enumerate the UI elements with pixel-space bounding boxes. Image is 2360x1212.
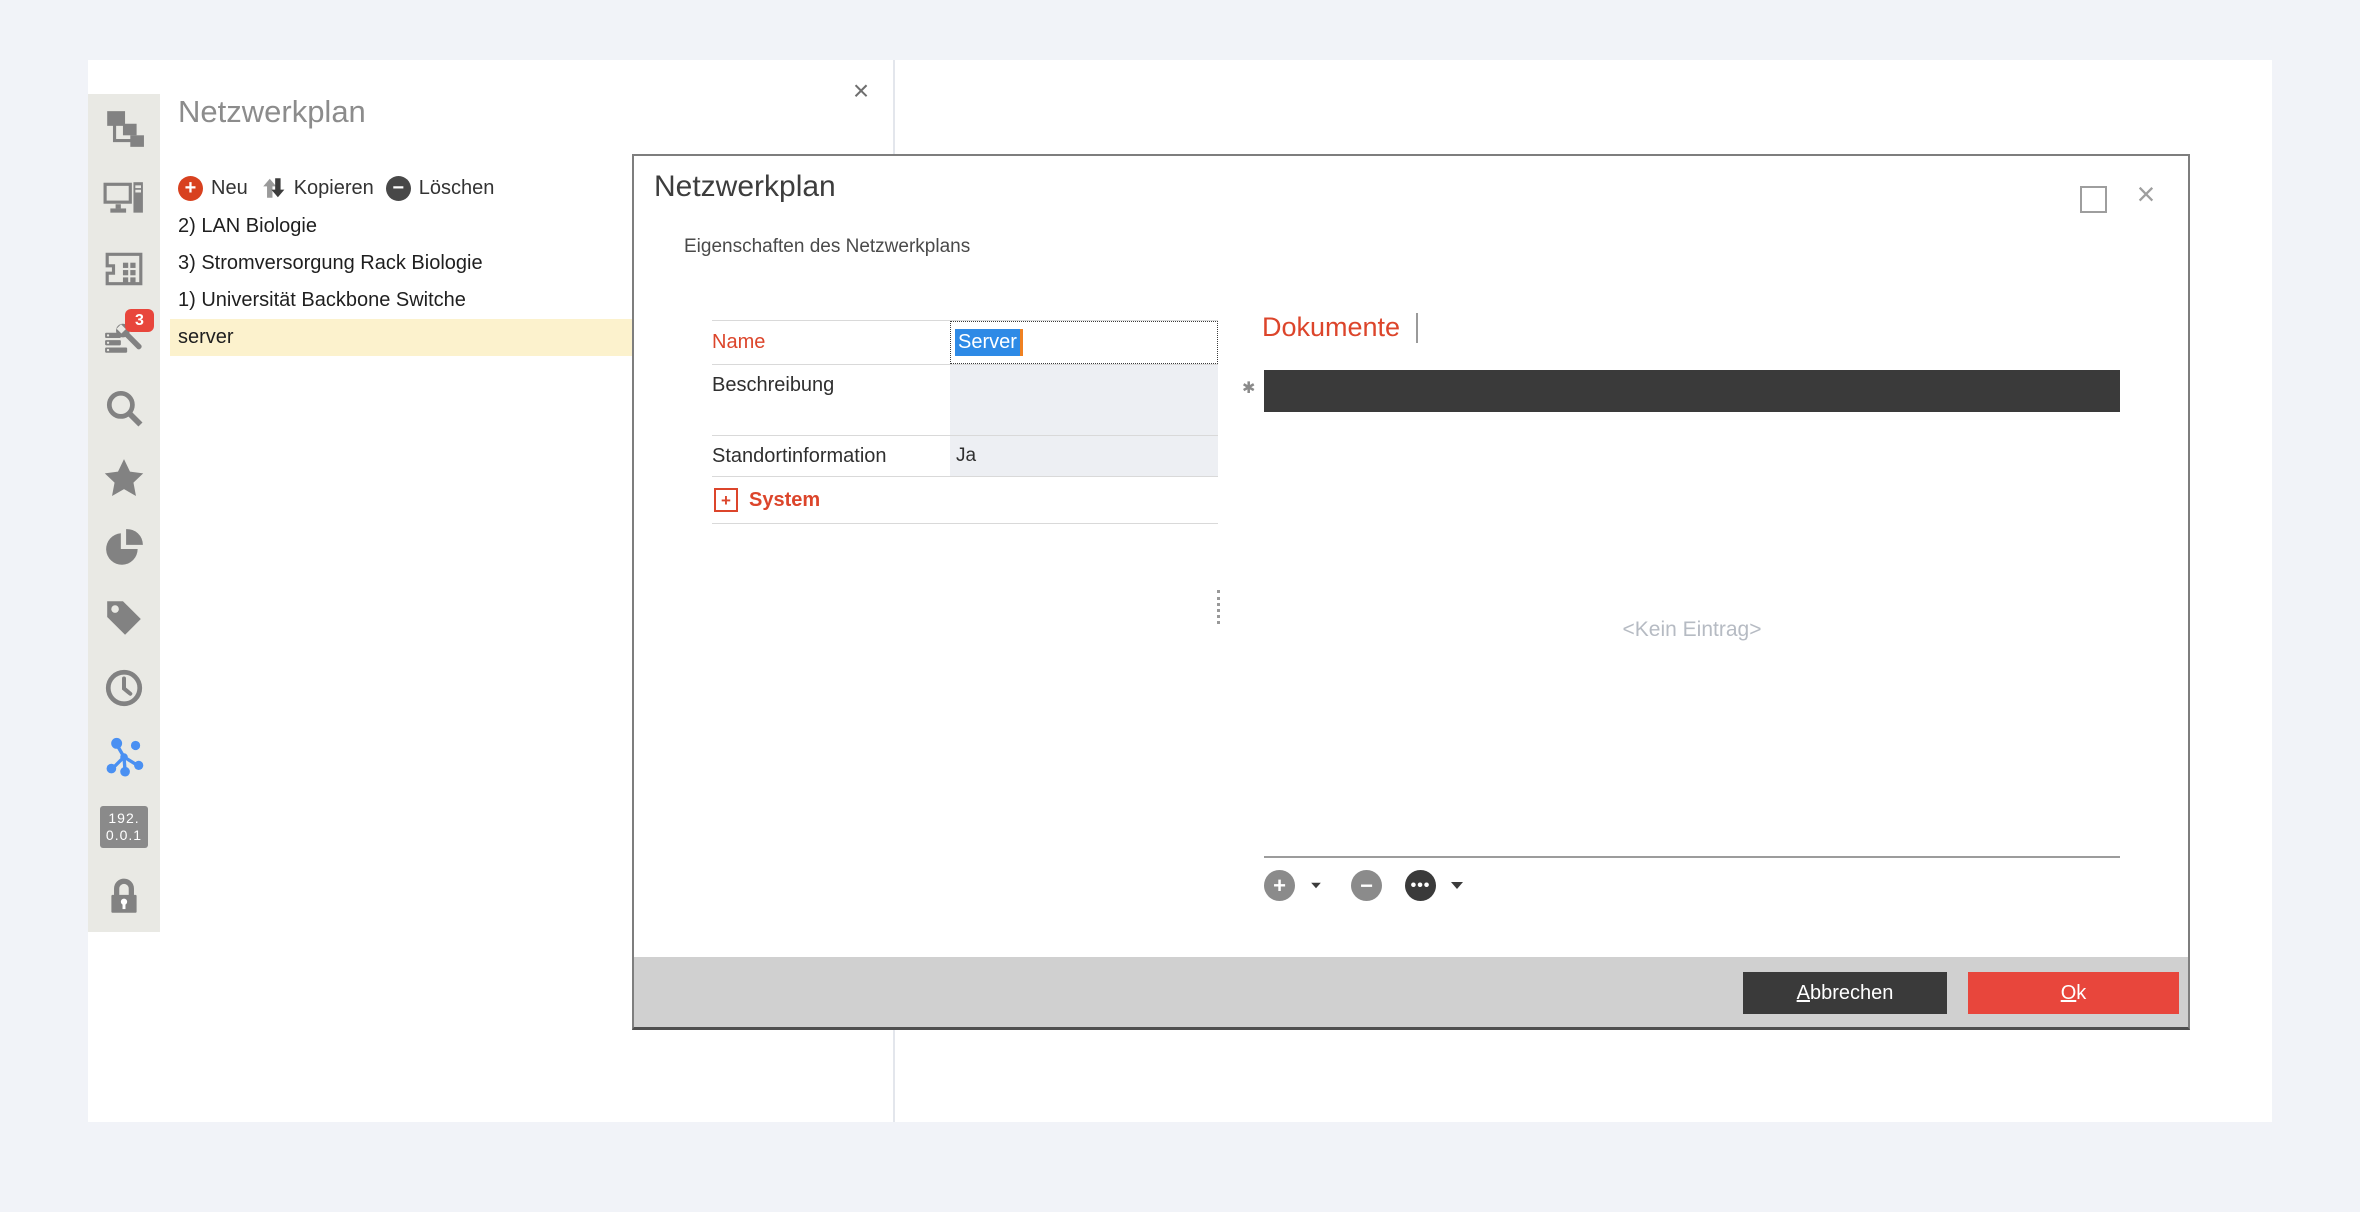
name-field[interactable]: Server: [950, 321, 1218, 364]
new-button[interactable]: + Neu: [178, 176, 248, 201]
pane-splitter-handle[interactable]: [1217, 590, 1220, 624]
tag-icon: [103, 597, 145, 639]
sidebar-item-favorites[interactable]: [88, 443, 160, 513]
form-row-location: Standortinformation Ja: [712, 436, 1218, 476]
sidebar-item-history[interactable]: [88, 653, 160, 723]
panel-title: Netzwerkplan: [178, 94, 366, 130]
copy-button[interactable]: Kopieren: [260, 175, 374, 201]
description-label: Beschreibung: [712, 365, 950, 435]
sidebar-item-topology[interactable]: [88, 94, 160, 164]
notification-badge: 3: [125, 309, 154, 332]
description-field[interactable]: [950, 365, 1218, 435]
form-row-description: Beschreibung: [712, 365, 1218, 435]
add-dropdown-caret-icon[interactable]: [1311, 883, 1321, 889]
minus-circle-icon: −: [386, 176, 411, 201]
documents-separator: [1264, 856, 2120, 858]
form-row-name: Name Server: [712, 321, 1218, 364]
sidebar-item-search[interactable]: [88, 373, 160, 443]
location-field[interactable]: Ja: [950, 436, 1218, 476]
maximize-icon[interactable]: [2080, 186, 2107, 213]
sidebar-item-network-map[interactable]: [88, 722, 160, 792]
close-icon[interactable]: ×: [2128, 176, 2164, 212]
search-icon: [103, 387, 145, 429]
name-label: Name: [712, 321, 950, 364]
sidebar-item-reports[interactable]: [88, 513, 160, 583]
text-caret: [1020, 329, 1023, 356]
system-section-label: System: [749, 489, 820, 512]
sidebar-item-floorplan[interactable]: [88, 234, 160, 304]
location-label: Standortinformation: [712, 436, 950, 476]
system-section-header[interactable]: + System: [712, 477, 1218, 523]
add-document-button[interactable]: +: [1264, 870, 1295, 901]
netzwerkplan-dialog: Netzwerkplan Eigenschaften des Netzwerkp…: [632, 154, 2190, 1030]
new-button-label: Neu: [211, 177, 248, 200]
properties-form: Name Server Beschreibung Standortinforma…: [712, 320, 1218, 524]
network-map-icon: [103, 736, 145, 778]
copy-button-label: Kopieren: [294, 177, 374, 200]
pie-chart-icon: [103, 527, 145, 569]
dialog-subtitle: Eigenschaften des Netzwerkplans: [684, 236, 970, 258]
plus-circle-icon: +: [178, 176, 203, 201]
workstation-icon: [103, 178, 145, 220]
more-dropdown-caret-icon[interactable]: [1451, 882, 1463, 889]
ok-button-label: Ok: [2061, 982, 2087, 1005]
remove-document-button[interactable]: −: [1351, 870, 1382, 901]
delete-button[interactable]: − Löschen: [386, 176, 495, 201]
ok-button[interactable]: Ok: [1968, 972, 2179, 1014]
topology-icon: [103, 108, 145, 150]
sidebar-item-tags[interactable]: [88, 583, 160, 653]
sidebar-item-workstation[interactable]: [88, 164, 160, 234]
sidebar-item-service-tools[interactable]: 3: [88, 303, 160, 373]
dialog-footer: Abbrechen Ok: [634, 957, 2188, 1027]
floorplan-icon: [103, 248, 145, 290]
text-cursor-icon: [1416, 313, 1418, 343]
clock-icon: [103, 667, 145, 709]
panel-toolbar: + Neu Kopieren − Löschen: [178, 170, 494, 206]
documents-title: Dokumente: [1262, 312, 1418, 343]
expand-plus-icon[interactable]: +: [714, 488, 738, 512]
ip-address-icon: 192. 0.0.1: [100, 806, 148, 848]
dialog-title: Netzwerkplan: [654, 170, 836, 204]
cancel-button-label: Abbrechen: [1797, 982, 1894, 1005]
favorites-star-icon: [103, 457, 145, 499]
sidebar-item-permissions[interactable]: [88, 862, 160, 932]
sidebar-item-ip-addresses[interactable]: 192. 0.0.1: [88, 792, 160, 862]
cancel-button[interactable]: Abbrechen: [1743, 972, 1947, 1014]
masked-entry-marker-icon: ✱: [1242, 378, 1255, 398]
name-field-value: Server: [955, 329, 1020, 356]
navigation-sidebar: 3: [88, 94, 160, 932]
panel-close-icon[interactable]: ×: [844, 74, 878, 108]
empty-list-placeholder: <Kein Eintrag>: [1264, 618, 2120, 642]
more-options-button[interactable]: •••: [1405, 870, 1436, 901]
documents-action-bar: + − •••: [1264, 870, 1469, 901]
copy-arrows-icon: [260, 175, 286, 201]
delete-button-label: Löschen: [419, 177, 495, 200]
lock-icon: [103, 876, 145, 918]
separator: [712, 523, 1218, 524]
masked-document-entry[interactable]: [1264, 370, 2120, 412]
